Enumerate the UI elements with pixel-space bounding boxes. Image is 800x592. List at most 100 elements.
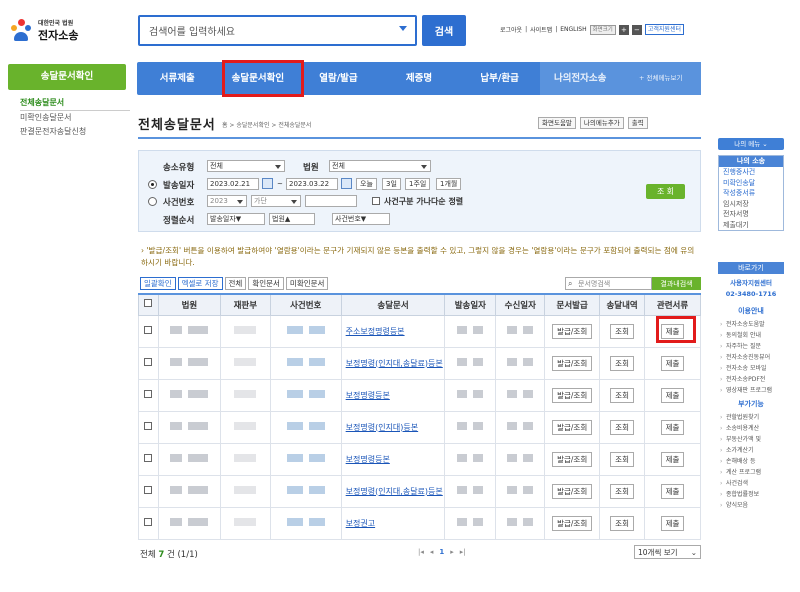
- guide-link[interactable]: 동의철회 안내: [718, 330, 784, 341]
- history-button[interactable]: 조회: [610, 483, 634, 499]
- logout-link[interactable]: 로그아웃: [500, 25, 522, 34]
- submit-button[interactable]: 제출: [660, 515, 685, 531]
- extra-link[interactable]: 계산 프로그램: [718, 467, 784, 478]
- extra-link[interactable]: 사건검색: [718, 478, 784, 489]
- current-page[interactable]: 1: [439, 548, 444, 556]
- calendar-icon[interactable]: [341, 178, 352, 189]
- last-page-icon[interactable]: ▸|: [460, 548, 466, 556]
- row-checkbox[interactable]: [144, 518, 153, 526]
- query-button[interactable]: 조 회: [646, 184, 685, 199]
- date-radio[interactable]: [148, 180, 157, 189]
- issue-button[interactable]: 발급/조회: [552, 323, 593, 339]
- english-link[interactable]: ENGLISH: [560, 26, 586, 33]
- nav-document-submit[interactable]: 서류제출: [137, 62, 218, 95]
- row-checkbox[interactable]: [144, 454, 153, 462]
- row-checkbox[interactable]: [144, 422, 153, 430]
- per-page-select[interactable]: 10개씩 보기 ⌄: [634, 545, 701, 559]
- prev-page-icon[interactable]: ◂: [430, 548, 434, 556]
- history-button[interactable]: 조회: [610, 419, 634, 435]
- issue-button[interactable]: 발급/조회: [552, 451, 593, 467]
- extra-link[interactable]: 종합법률정보: [718, 489, 784, 500]
- add-my-menu-button[interactable]: 나의메뉴추가: [579, 117, 624, 129]
- case-kind-select[interactable]: 가단: [251, 195, 301, 207]
- my-case-item[interactable]: 진행중사건: [719, 167, 783, 178]
- my-case-item[interactable]: 미확인송달: [719, 178, 783, 189]
- result-search-button[interactable]: 결과내검색: [652, 277, 701, 290]
- extra-link[interactable]: 양식모음: [718, 500, 784, 511]
- issue-button[interactable]: 발급/조회: [552, 387, 593, 403]
- print-button[interactable]: 출력: [627, 117, 648, 129]
- row-checkbox[interactable]: [144, 358, 153, 366]
- issue-button[interactable]: 발급/조회: [552, 515, 593, 531]
- document-link[interactable]: 보정명령(인지대,송달료)등본: [346, 487, 443, 496]
- submit-button[interactable]: 제출: [660, 419, 685, 435]
- submit-button[interactable]: 제출: [660, 355, 685, 371]
- tab-all[interactable]: 전체: [224, 277, 247, 290]
- case-number-input[interactable]: [305, 195, 357, 207]
- nav-all-menu[interactable]: + 전체메뉴보기: [620, 62, 702, 95]
- submit-button[interactable]: 제출: [660, 387, 685, 403]
- row-checkbox[interactable]: [144, 486, 153, 494]
- my-menu-button[interactable]: 나의 메뉴 ⌄: [718, 138, 784, 150]
- issue-button[interactable]: 발급/조회: [552, 355, 593, 371]
- customer-center-link[interactable]: 고객지원센터: [644, 24, 684, 35]
- my-case-item[interactable]: 전자서명: [719, 209, 783, 220]
- date-from-input[interactable]: 2023.02.21: [207, 178, 259, 190]
- sort-court-select[interactable]: 법원▲: [269, 213, 315, 225]
- court-select[interactable]: 전체: [329, 160, 431, 172]
- document-link[interactable]: 보정권고: [346, 519, 375, 528]
- court-logo[interactable]: 대한민국 법원 전자소송: [8, 12, 108, 48]
- help-button[interactable]: 화면도움말: [538, 117, 576, 129]
- nav-payment-refund[interactable]: 납부/환급: [459, 62, 540, 95]
- row-checkbox[interactable]: [144, 326, 153, 334]
- result-search-input[interactable]: ⌕ 문서명검색: [565, 277, 652, 290]
- issue-button[interactable]: 발급/조회: [552, 483, 593, 499]
- case-radio[interactable]: [148, 197, 157, 206]
- submit-button[interactable]: 제출: [660, 451, 685, 467]
- calendar-icon[interactable]: [262, 178, 273, 189]
- excel-save-button[interactable]: 엑셀로 저장: [177, 277, 223, 290]
- document-link[interactable]: 보정명령등본: [346, 391, 390, 400]
- my-case-item[interactable]: 임시저장: [719, 199, 783, 210]
- submit-button[interactable]: 제출: [660, 483, 685, 499]
- tab-confirmed[interactable]: 확인문서: [248, 277, 284, 290]
- document-link[interactable]: 보정명령(인지대)등본: [346, 423, 418, 432]
- guide-link[interactable]: 전자소송 모바일: [718, 363, 784, 374]
- 3days-button[interactable]: 3일: [382, 178, 401, 190]
- history-button[interactable]: 조회: [610, 355, 634, 371]
- history-button[interactable]: 조회: [610, 323, 634, 339]
- history-button[interactable]: 조회: [610, 387, 634, 403]
- 1month-button[interactable]: 1개월: [436, 178, 462, 190]
- next-page-icon[interactable]: ▸: [450, 548, 454, 556]
- search-button[interactable]: 검색: [422, 15, 466, 46]
- sidebar-item-judgment-request[interactable]: 판결문전자송달신청: [20, 125, 130, 139]
- bulk-confirm-button[interactable]: 일괄확인: [140, 277, 176, 290]
- guide-link[interactable]: 전자소송PDF전: [718, 374, 784, 385]
- row-checkbox[interactable]: [144, 390, 153, 398]
- case-year-select[interactable]: 2023: [207, 195, 247, 207]
- nav-view-issue[interactable]: 열람/발급: [298, 62, 379, 95]
- guide-link[interactable]: 전자소송도움말: [718, 319, 784, 330]
- guide-link[interactable]: 영상재판 프로그램: [718, 385, 784, 396]
- case-sort-checkbox[interactable]: [372, 197, 380, 205]
- extra-link[interactable]: 손해배상 등: [718, 456, 784, 467]
- extra-link[interactable]: 관할법원찾기: [718, 412, 784, 423]
- document-link[interactable]: 보정명령(인지대,송달료)등본: [346, 359, 443, 368]
- today-button[interactable]: 오늘: [356, 178, 377, 190]
- date-to-input[interactable]: 2023.03.22: [286, 178, 338, 190]
- zoom-in-icon[interactable]: +: [618, 24, 629, 35]
- guide-link[interactable]: 전자소송진동뷰어: [718, 352, 784, 363]
- nav-certificates[interactable]: 제증명: [379, 62, 460, 95]
- history-button[interactable]: 조회: [610, 451, 634, 467]
- nav-my-lawsuit[interactable]: 나의전자소송: [539, 62, 621, 95]
- my-case-item[interactable]: 작성중서류: [719, 188, 783, 199]
- history-button[interactable]: 조회: [610, 515, 634, 531]
- search-input[interactable]: 검색어를 입력하세요: [138, 15, 417, 46]
- sidebar-item-unconfirmed[interactable]: 미확인송달문서: [20, 111, 130, 125]
- search-dropdown-icon[interactable]: [399, 26, 407, 31]
- document-link[interactable]: 주소보정명령등본: [346, 327, 405, 336]
- my-case-item[interactable]: 제출대기: [719, 220, 783, 231]
- guide-link[interactable]: 자주하는 질문: [718, 341, 784, 352]
- send-type-select[interactable]: 전체: [207, 160, 285, 172]
- zoom-out-icon[interactable]: −: [631, 24, 642, 35]
